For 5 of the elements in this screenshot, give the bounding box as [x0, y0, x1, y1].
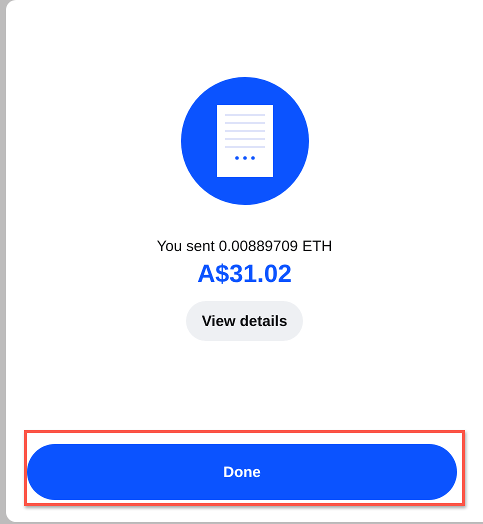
amount: A$31.02 — [197, 260, 292, 288]
document-icon — [180, 77, 308, 205]
view-details-button[interactable]: View details — [186, 301, 304, 341]
done-button[interactable]: Done — [27, 444, 457, 500]
sent-message: You sent 0.00889709 ETH — [156, 238, 332, 256]
